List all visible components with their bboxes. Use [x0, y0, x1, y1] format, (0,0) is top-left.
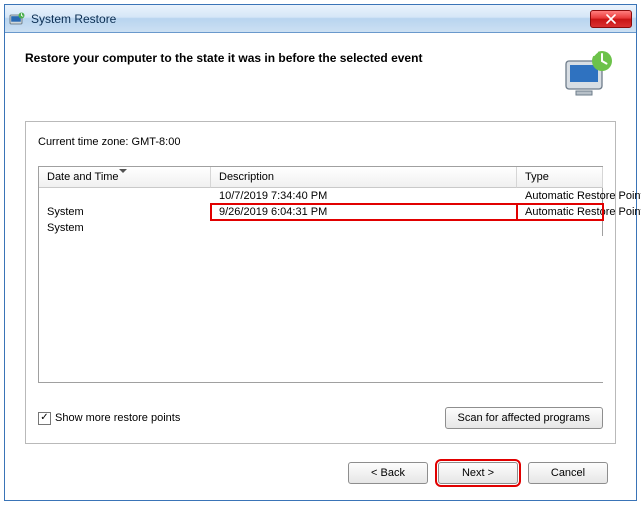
content-panel: Current time zone: GMT-8:00 Date and Tim…: [25, 121, 616, 444]
col-header-type[interactable]: Type: [517, 167, 603, 188]
system-restore-window: System Restore Restore your computer to …: [4, 4, 637, 501]
restore-points-table: Date and Time Description Type 10/7/2019…: [38, 166, 603, 383]
title-bar: System Restore: [5, 5, 636, 33]
table-row: [39, 188, 211, 204]
restore-hero-icon: [560, 47, 616, 99]
next-button[interactable]: Next >: [438, 462, 518, 484]
window-title: System Restore: [31, 12, 590, 26]
back-button[interactable]: < Back: [348, 462, 428, 484]
scan-affected-button[interactable]: Scan for affected programs: [445, 407, 603, 429]
show-more-label: Show more restore points: [55, 412, 180, 424]
wizard-buttons: < Back Next > Cancel: [25, 462, 616, 484]
page-heading: Restore your computer to the state it wa…: [25, 47, 550, 65]
cell-description[interactable]: Automatic Restore Point: [517, 188, 603, 204]
cell-type[interactable]: System: [39, 204, 211, 220]
timezone-label: Current time zone: GMT-8:00: [38, 136, 603, 148]
show-more-checkbox[interactable]: Show more restore points: [38, 412, 180, 425]
cell-datetime[interactable]: 10/7/2019 7:34:40 PM: [211, 188, 517, 204]
cell-description[interactable]: Automatic Restore Point: [517, 204, 603, 220]
col-header-datetime-label: Date and Time: [47, 171, 119, 183]
cancel-button[interactable]: Cancel: [528, 462, 608, 484]
client-area: Restore your computer to the state it wa…: [5, 33, 636, 500]
cell-type[interactable]: System: [39, 220, 211, 236]
table-empty-area: [39, 236, 603, 382]
app-icon: [9, 11, 25, 27]
checkbox-icon: [38, 412, 51, 425]
close-icon: [606, 14, 616, 24]
col-header-datetime[interactable]: Date and Time: [39, 167, 211, 188]
col-header-description[interactable]: Description: [211, 167, 517, 188]
cell-datetime[interactable]: 9/26/2019 6:04:31 PM: [211, 204, 517, 220]
close-button[interactable]: [590, 10, 632, 28]
